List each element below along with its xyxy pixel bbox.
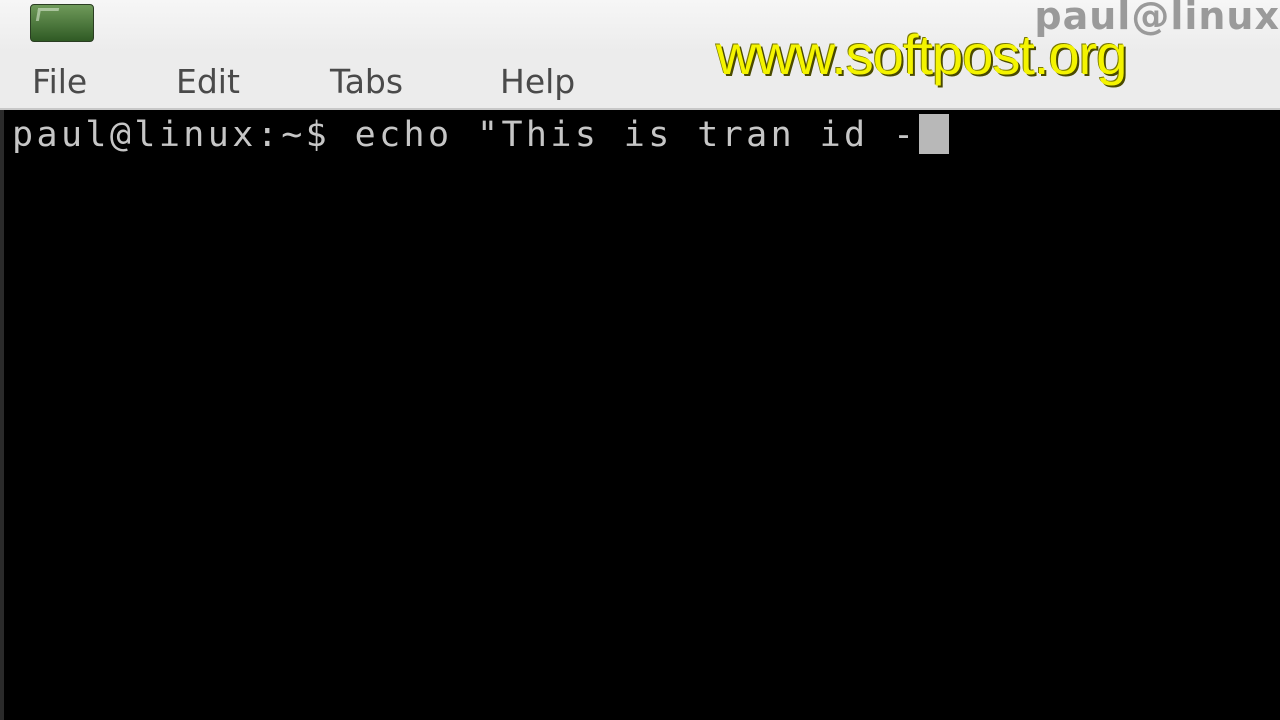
terminal-app-icon[interactable] (30, 4, 94, 42)
menu-tabs[interactable]: Tabs (330, 62, 403, 101)
command-text: echo "This is tran id - (354, 115, 918, 155)
menu-file[interactable]: File (32, 62, 87, 101)
watermark-text: www.softpost.org (716, 23, 1127, 86)
command-line: paul@linux:~$ echo "This is tran id - (12, 114, 950, 155)
shell-prompt: paul@linux:~$ (12, 115, 355, 155)
block-cursor-icon (919, 114, 950, 154)
menu-edit[interactable]: Edit (176, 62, 240, 101)
terminal-window: paul@linux File Edit Tabs Help www.softp… (0, 0, 1280, 720)
menu-help[interactable]: Help (500, 62, 575, 101)
prompt-glyph-icon (35, 8, 60, 21)
terminal-area[interactable]: paul@linux:~$ echo "This is tran id - (0, 110, 1280, 720)
